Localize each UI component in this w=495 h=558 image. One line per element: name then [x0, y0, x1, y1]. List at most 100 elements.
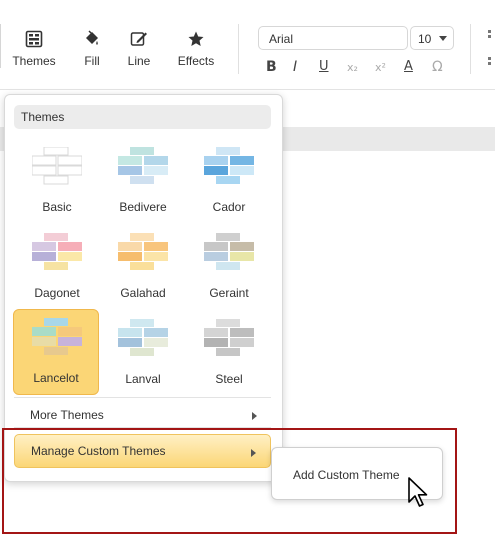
- theme-preview-block: [57, 155, 82, 166]
- special-character-button[interactable]: Ω: [432, 59, 443, 75]
- theme-preview-icon: [32, 318, 82, 355]
- theme-preview-block: [130, 176, 154, 184]
- theme-preview-block: [230, 252, 254, 261]
- font-size-select[interactable]: 10: [410, 26, 454, 50]
- theme-lanval[interactable]: Lanval: [100, 311, 186, 397]
- theme-preview-block: [216, 176, 240, 184]
- star-icon: [188, 31, 204, 46]
- themes-tool-label: Themes: [12, 54, 56, 68]
- theme-preview-icon: [118, 319, 168, 356]
- theme-label: Lanval: [125, 372, 161, 386]
- theme-preview-block: [204, 242, 228, 251]
- theme-bedivere[interactable]: Bedivere: [100, 139, 186, 225]
- theme-cador[interactable]: Cador: [186, 139, 272, 225]
- more-options-icon[interactable]: [488, 30, 491, 70]
- theme-preview-icon: [32, 233, 82, 270]
- theme-preview-block: [144, 156, 168, 165]
- fill-bucket-icon: [86, 30, 98, 45]
- theme-preview-block: [118, 242, 142, 251]
- theme-preview-block: [204, 328, 228, 337]
- highlight-box: [2, 428, 457, 534]
- themes-panel-header: Themes: [14, 105, 271, 129]
- theme-preview-block: [144, 252, 168, 261]
- theme-preview-block: [216, 233, 240, 241]
- font-size-value: 10: [418, 32, 432, 46]
- bold-button[interactable]: B: [266, 59, 277, 75]
- line-tool-label: Line: [127, 54, 151, 68]
- themes-tool-button[interactable]: Themes: [4, 30, 64, 68]
- theme-steel[interactable]: Steel: [186, 311, 272, 397]
- chevron-down-icon: [439, 36, 447, 41]
- theme-preview-block: [130, 319, 154, 327]
- theme-preview-block: [44, 233, 68, 241]
- superscript-button[interactable]: x²: [375, 61, 386, 74]
- subscript-button[interactable]: x₂: [347, 61, 358, 74]
- theme-preview-block: [32, 242, 56, 251]
- theme-preview-block: [130, 262, 154, 270]
- theme-label: Galahad: [120, 286, 166, 300]
- theme-preview-block: [32, 155, 57, 166]
- theme-preview-block: [216, 319, 240, 327]
- theme-preview-block: [57, 165, 82, 176]
- theme-dagonet[interactable]: Dagonet: [14, 225, 100, 311]
- font-color-button[interactable]: A: [404, 59, 413, 74]
- toolbar-divider: [470, 24, 471, 74]
- theme-preview-block: [144, 338, 168, 347]
- theme-label: Dagonet: [34, 286, 80, 300]
- mouse-cursor-icon: [408, 477, 428, 507]
- theme-preview-block: [58, 327, 82, 336]
- theme-preview-block: [44, 347, 68, 355]
- theme-preview-block: [204, 338, 228, 347]
- theme-label: Lancelot: [33, 371, 79, 385]
- theme-label: Steel: [215, 372, 243, 386]
- theme-preview-block: [118, 252, 142, 261]
- theme-basic[interactable]: Basic: [14, 139, 100, 225]
- theme-preview-block: [204, 166, 228, 175]
- theme-preview-block: [204, 252, 228, 261]
- theme-preview-block: [44, 318, 68, 326]
- theme-preview-icon: [204, 319, 254, 356]
- theme-preview-icon: [118, 147, 168, 184]
- themes-panel: Themes Basic Bedivere Cador Dagonet Gala…: [4, 94, 283, 482]
- theme-preview-block: [130, 233, 154, 241]
- font-family-select[interactable]: Arial: [258, 26, 408, 50]
- theme-preview-icon: [204, 147, 254, 184]
- theme-geraint[interactable]: Geraint: [186, 225, 272, 311]
- theme-preview-block: [43, 147, 69, 156]
- theme-label: Cador: [212, 200, 246, 214]
- effects-tool-button[interactable]: Effects: [166, 30, 226, 68]
- theme-preview-block: [58, 337, 82, 346]
- theme-preview-block: [58, 242, 82, 251]
- theme-preview-block: [216, 262, 240, 270]
- theme-preview-block: [43, 175, 69, 185]
- theme-label: Bedivere: [119, 200, 167, 214]
- theme-preview-icon: [32, 147, 82, 185]
- theme-preview-block: [130, 147, 154, 155]
- theme-preview-block: [118, 328, 142, 337]
- line-tool-button[interactable]: Line: [109, 30, 169, 68]
- theme-preview-block: [32, 165, 57, 176]
- theme-preview-block: [32, 252, 56, 261]
- theme-preview-block: [58, 252, 82, 261]
- theme-preview-block: [32, 337, 56, 346]
- fill-tool-label: Fill: [84, 54, 100, 68]
- theme-preview-block: [230, 338, 254, 347]
- theme-preview-block: [230, 242, 254, 251]
- theme-preview-icon: [204, 233, 254, 270]
- theme-galahad[interactable]: Galahad: [100, 225, 186, 311]
- theme-lancelot[interactable]: Lancelot: [13, 309, 99, 395]
- themes-icon: [25, 30, 43, 48]
- theme-preview-block: [144, 166, 168, 175]
- theme-preview-block: [118, 156, 142, 165]
- theme-label: Geraint: [209, 286, 249, 300]
- italic-button[interactable]: I: [293, 59, 297, 75]
- pen-line-icon: [130, 32, 147, 46]
- effects-tool-label: Effects: [177, 54, 215, 68]
- theme-preview-block: [230, 156, 254, 165]
- underline-button[interactable]: U: [319, 59, 329, 74]
- theme-preview-block: [216, 147, 240, 155]
- theme-preview-block: [130, 348, 154, 356]
- theme-preview-block: [230, 328, 254, 337]
- theme-preview-block: [144, 242, 168, 251]
- theme-preview-block: [216, 348, 240, 356]
